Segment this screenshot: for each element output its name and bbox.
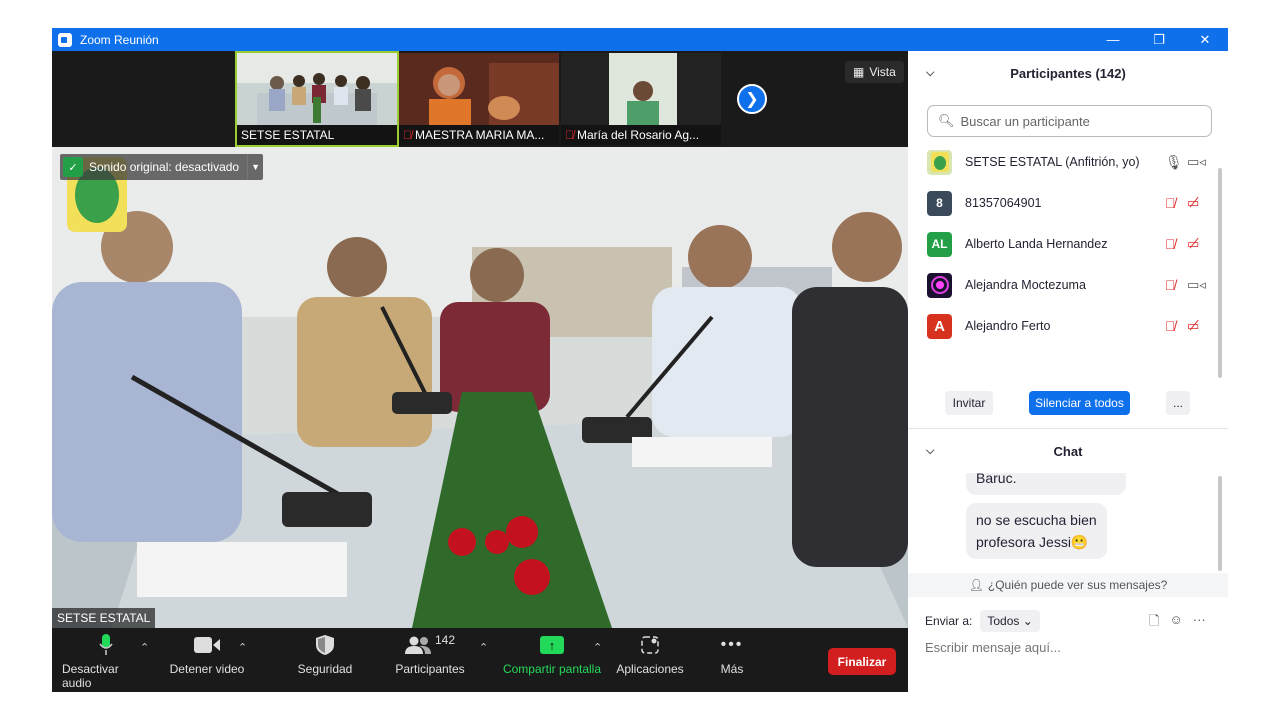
participant-row[interactable]: Alejandra Moctezuma 🎙̸ ▭◃	[908, 265, 1218, 305]
more-dots-icon: •••	[720, 636, 744, 653]
file-icon[interactable]: 🗋︎	[1149, 612, 1159, 634]
chat-tools: 🗋︎ ☺︎ ···	[1149, 612, 1206, 634]
participant-row[interactable]: SETSE ESTATAL (Anfitrión, yo) 🎙︎ ▭◃	[908, 142, 1218, 182]
zoom-app-icon	[58, 32, 72, 47]
participants-header: ⌵ Participantes (142)	[926, 65, 1126, 81]
avatar	[927, 272, 952, 298]
thumbnail-label: SETSE ESTATAL	[237, 125, 397, 145]
video-options-caret-icon[interactable]: ⌃	[238, 641, 247, 654]
participants-button[interactable]: 142 Participantes	[392, 628, 468, 692]
video-camera-icon	[194, 628, 220, 662]
video-camera-icon[interactable]: ▭◃	[1187, 154, 1206, 170]
more-options-button[interactable]: ...	[1166, 391, 1190, 415]
window-title: Zoom Reunión	[80, 32, 159, 47]
participant-row[interactable]: A Alejandro Ferto 🎙̸ ▭̸	[908, 306, 1218, 346]
participants-count: 142	[434, 633, 456, 647]
meeting-area: SETSE ESTATAL 🎙̸ MAESTRA MARIA MA... 🎙̸ …	[52, 51, 908, 692]
mic-muted-icon[interactable]: 🎙̸	[1165, 318, 1176, 334]
side-panel: ⌵ Participantes (142) 🔍︎ Buscar un parti…	[908, 51, 1228, 692]
speaker-name-label: SETSE ESTATAL	[52, 608, 156, 628]
send-to-row: Enviar a: Todos ⌄	[925, 610, 1040, 632]
share-options-caret-icon[interactable]: ⌃	[593, 641, 602, 654]
chat-message: Baruc.	[966, 473, 1126, 495]
thumbnail-video	[561, 53, 721, 125]
security-button[interactable]: Seguridad	[290, 628, 360, 692]
microphone-icon	[99, 628, 113, 662]
microphone-icon[interactable]: 🎙︎	[1165, 154, 1183, 171]
apps-button[interactable]: Aplicaciones	[615, 628, 685, 692]
restore-button[interactable]: ❐	[1136, 28, 1182, 51]
minimize-button[interactable]: —	[1090, 28, 1136, 51]
mic-muted-icon[interactable]: 🎙̸	[1165, 236, 1176, 252]
end-meeting-button[interactable]: Finalizar	[828, 648, 896, 675]
emoji-icon[interactable]: ☺︎	[1169, 612, 1182, 634]
search-input[interactable]: Buscar un participante	[961, 114, 1090, 129]
close-button[interactable]: ✕	[1182, 28, 1228, 51]
meeting-toolbar: Desactivar audio ⌃ Detener video ⌃ Segur…	[52, 628, 908, 692]
person-lock-icon: 👤︎	[968, 578, 984, 592]
search-icon: 🔍︎	[938, 113, 955, 128]
mic-muted-icon[interactable]: 🎙̸	[1165, 195, 1176, 211]
participants-scrollbar[interactable]	[1218, 168, 1222, 378]
zoom-window: Zoom Reunión — ❐ ✕ SETSE ESTATAL 🎙̸ MAES…	[52, 28, 1228, 692]
avatar: AL	[927, 231, 952, 257]
video-camera-icon[interactable]: ▭◃	[1187, 277, 1206, 293]
share-screen-button[interactable]: ↑ Compartir pantalla	[500, 628, 604, 692]
view-button[interactable]: ▦ Vista	[845, 61, 904, 83]
chat-message: no se escucha bien profesora Jessi😬	[966, 503, 1107, 559]
participant-search-field[interactable]: 🔍︎ Buscar un participante	[927, 105, 1212, 137]
title-bar: Zoom Reunión — ❐ ✕	[52, 28, 1228, 51]
chat-scrollbar[interactable]	[1218, 476, 1222, 571]
next-page-arrow-icon[interactable]: ❯	[737, 84, 767, 114]
thumbnail-maestra-maria[interactable]: 🎙̸ MAESTRA MARIA MA...	[399, 53, 559, 145]
shield-icon	[316, 628, 334, 662]
mic-muted-icon[interactable]: 🎙̸	[1165, 277, 1176, 293]
apps-icon	[641, 628, 659, 662]
chevron-down-icon: ⌄	[1022, 614, 1033, 628]
thumbnail-setse-estatal[interactable]: SETSE ESTATAL	[235, 51, 399, 147]
shield-check-icon: ✓	[63, 157, 83, 177]
participants-options-caret-icon[interactable]: ⌃	[479, 641, 488, 654]
grid-icon: ▦	[853, 65, 865, 79]
thumbnail-strip: SETSE ESTATAL 🎙̸ MAESTRA MARIA MA... 🎙̸ …	[52, 51, 908, 147]
thumbnail-video	[399, 53, 559, 125]
avatar: 8	[927, 190, 952, 216]
thumbnail-maria-del-rosario[interactable]: 🎙̸ María del Rosario Ag...	[561, 53, 721, 145]
more-button[interactable]: ••• Más	[707, 628, 757, 692]
chevron-down-icon[interactable]: ▼	[247, 154, 263, 180]
mic-muted-icon: 🎙̸	[403, 128, 412, 142]
invite-button[interactable]: Invitar	[945, 391, 993, 415]
main-video: ✓ Sonido original: desactivado ▼ SETSE E…	[52, 147, 908, 628]
thumbnail-video	[237, 53, 397, 125]
meeting-room-scene	[52, 147, 908, 628]
chat-header: ⌵ Chat	[926, 443, 1083, 459]
participants-icon	[404, 636, 431, 654]
thumbnail-label: 🎙̸ María del Rosario Ag...	[561, 125, 721, 145]
chat-message-input[interactable]	[925, 640, 1215, 655]
send-to-select[interactable]: Todos ⌄	[980, 610, 1040, 632]
panel-divider	[908, 428, 1228, 429]
stop-video-button[interactable]: Detener video	[167, 628, 247, 692]
avatar	[927, 149, 952, 175]
mic-muted-icon: 🎙̸	[565, 128, 574, 142]
participant-row[interactable]: 8 81357064901 🎙̸ ▭̸	[908, 183, 1218, 223]
chevron-down-icon[interactable]: ⌵	[926, 445, 934, 458]
mute-all-button[interactable]: Silenciar a todos	[1029, 391, 1130, 415]
original-sound-indicator[interactable]: ✓ Sonido original: desactivado ▼	[60, 154, 264, 180]
avatar: A	[927, 313, 952, 339]
thumbnail-label: 🎙̸ MAESTRA MARIA MA...	[399, 125, 559, 145]
chat-messages: Baruc. no se escucha bien profesora Jess…	[908, 473, 1228, 571]
more-dots-icon[interactable]: ···	[1193, 612, 1206, 634]
share-screen-icon: ↑	[540, 628, 564, 662]
audio-options-caret-icon[interactable]: ⌃	[140, 641, 149, 654]
who-can-see-link[interactable]: 👤︎ ¿Quién puede ver sus mensajes?	[908, 573, 1228, 597]
video-off-icon[interactable]: ▭̸	[1187, 236, 1199, 252]
video-off-icon[interactable]: ▭̸	[1187, 195, 1199, 211]
chevron-down-icon[interactable]: ⌵	[926, 67, 934, 80]
participant-row[interactable]: AL Alberto Landa Hernandez 🎙̸ ▭̸	[908, 224, 1218, 264]
mute-audio-button[interactable]: Desactivar audio	[62, 628, 150, 692]
video-off-icon[interactable]: ▭̸	[1187, 318, 1199, 334]
